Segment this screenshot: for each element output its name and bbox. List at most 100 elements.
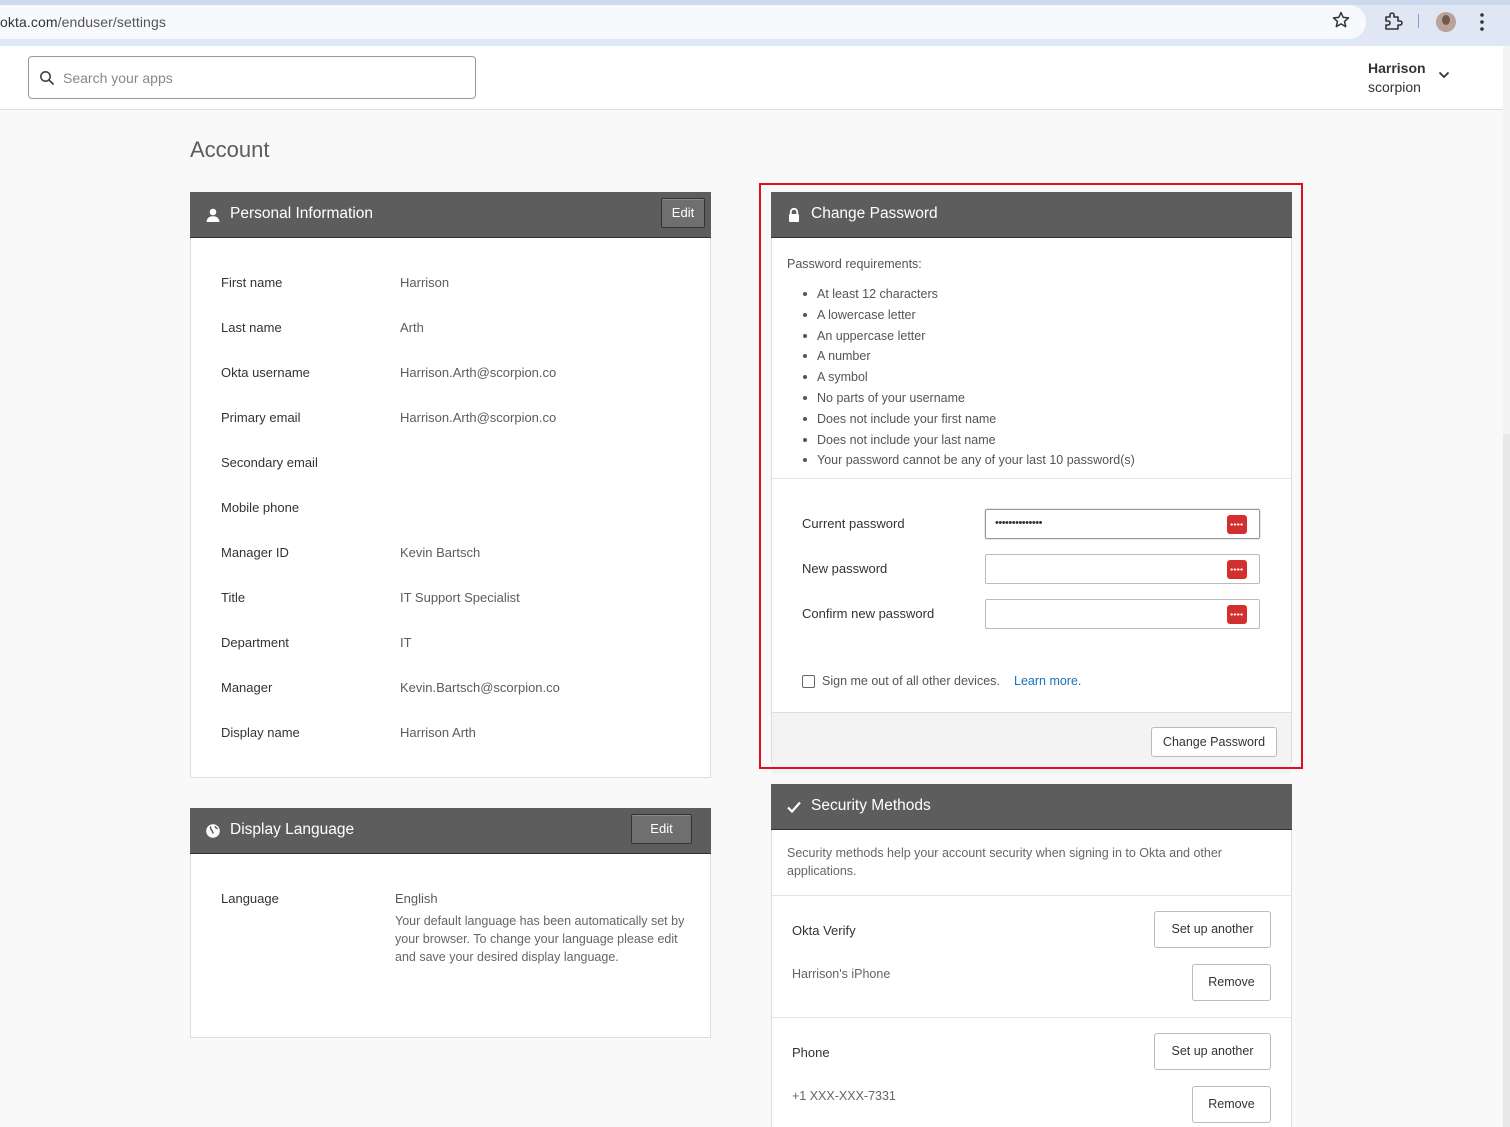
set-up-another-button[interactable]: Set up another [1154,911,1271,948]
address-bar[interactable]: okta.com/enduser/settings [0,5,1366,39]
chevron-down-icon [1438,71,1450,79]
personal-info-row: Okta username Harrison.Arth@scorpion.co [221,365,701,385]
password-requirement: A lowercase letter [787,305,1287,326]
display-language-panel: Display Language Edit Language English Y… [190,808,711,1038]
field-value: Harrison [400,275,450,290]
language-row: Language English [221,891,701,911]
field-label: Department [221,635,289,650]
field-value: Kevin.Bartsch@scorpion.co [400,680,560,695]
panel-title: Change Password [811,205,938,222]
confirm-password-field[interactable] [985,599,1260,629]
user-icon [206,208,220,222]
password-requirement: An uppercase letter [787,326,1287,347]
current-password-value: •••••••••••••• [995,517,1042,529]
confirm-password-label: Confirm new password [802,606,935,621]
current-password-label: Current password [802,516,905,531]
field-label: Mobile phone [221,500,300,515]
panel-title: Personal Information [230,205,374,222]
password-requirements-list: At least 12 characters A lowercase letter… [787,284,1287,471]
new-password-label: New password [802,561,888,576]
url-domain: okta.com [0,14,58,30]
panel-title: Display Language [230,821,355,838]
password-manager-icon[interactable] [1227,605,1247,624]
toolbar-separator [1418,14,1419,28]
panel-header: Personal Information Edit [190,192,711,238]
field-label: Display name [221,725,300,740]
divider [772,478,1291,479]
panel-header: Change Password [771,192,1292,238]
lock-icon [789,207,799,222]
bookmark-star-icon[interactable] [1331,10,1351,30]
panel-header: Display Language Edit [190,808,711,854]
method-device: +1 XXX-XXX-7331 [792,1089,896,1103]
password-requirement: Does not include your first name [787,409,1287,430]
field-value: IT Support Specialist [400,590,520,605]
personal-info-row: Last name Arth [221,320,701,340]
field-label: First name [221,275,283,290]
change-password-footer: Change Password [772,712,1291,774]
field-label: Okta username [221,365,310,380]
password-requirement: A number [787,346,1287,367]
url-path: /enduser/settings [57,14,166,30]
divider [772,895,1291,896]
personal-info-row: First name Harrison [221,275,701,295]
field-value: Harrison.Arth@scorpion.co [400,410,557,425]
field-label: Manager ID [221,545,289,560]
checkmark-icon [787,801,801,814]
app-header: Harrison scorpion [0,46,1503,110]
password-requirement: Your password cannot be any of your last… [787,450,1287,471]
remove-button[interactable]: Remove [1192,964,1271,1001]
method-device: Harrison's iPhone [792,967,891,981]
page-scrollbar[interactable] [1503,46,1510,1127]
method-name: Okta Verify [792,923,856,938]
personal-info-row: Mobile phone [221,500,701,520]
password-requirement: Does not include your last name [787,430,1287,451]
url-text[interactable]: okta.com/enduser/settings [0,14,166,30]
learn-more-link[interactable]: Learn more. [1014,674,1081,688]
extensions-puzzle-icon[interactable] [1383,11,1403,31]
scrollbar-thumb[interactable] [1503,46,1510,434]
panel-header: Security Methods [771,784,1292,830]
personal-info-row: Display name Harrison Arth [221,725,701,745]
globe-icon [206,824,220,838]
language-label: Language [221,891,279,906]
search-input[interactable] [63,57,463,98]
password-requirement: A symbol [787,367,1287,388]
field-label: Manager [221,680,273,695]
language-description: Your default language has been automatic… [395,914,685,964]
password-requirements-title: Password requirements: [787,257,922,271]
change-password-panel: Change Password Password requirements: A… [771,192,1292,774]
search-box[interactable] [28,56,476,99]
set-up-another-button[interactable]: Set up another [1154,1033,1271,1070]
panel-title: Security Methods [811,797,931,814]
page-title: Account [190,137,270,162]
personal-info-row: Secondary email [221,455,701,475]
field-label: Secondary email [221,455,318,470]
user-name: Harrison [1368,60,1426,76]
personal-info-row: Manager ID Kevin Bartsch [221,545,701,565]
password-manager-icon[interactable] [1227,560,1247,579]
personal-info-row: Primary email Harrison.Arth@scorpion.co [221,410,701,430]
edit-personal-info-button[interactable]: Edit [661,198,705,228]
language-value: English [395,891,438,906]
new-password-field[interactable] [985,554,1260,584]
field-value: IT [400,635,412,650]
kebab-menu-icon[interactable] [1478,12,1486,32]
browser-toolbar: okta.com/enduser/settings [0,0,1510,46]
remove-button[interactable]: Remove [1192,1086,1271,1123]
user-menu[interactable]: Harrison scorpion [1368,58,1458,98]
edit-display-language-button[interactable]: Edit [631,814,692,844]
change-password-button[interactable]: Change Password [1151,727,1277,757]
security-methods-intro: Security methods help your account secur… [787,846,1222,878]
security-methods-panel: Security Methods Security methods help y… [771,784,1292,1127]
current-password-field[interactable]: •••••••••••••• [985,509,1260,539]
password-manager-icon[interactable] [1227,515,1247,534]
field-label: Title [221,590,246,605]
sign-out-devices-label[interactable]: Sign me out of all other devices. [822,674,1000,688]
personal-information-panel: Personal Information Edit First name Harr… [190,192,711,778]
personal-info-row: Department IT [221,635,701,655]
profile-avatar[interactable] [1436,12,1456,32]
divider [772,1017,1291,1018]
user-org: scorpion [1368,79,1421,95]
sign-out-devices-checkbox[interactable] [802,675,815,688]
